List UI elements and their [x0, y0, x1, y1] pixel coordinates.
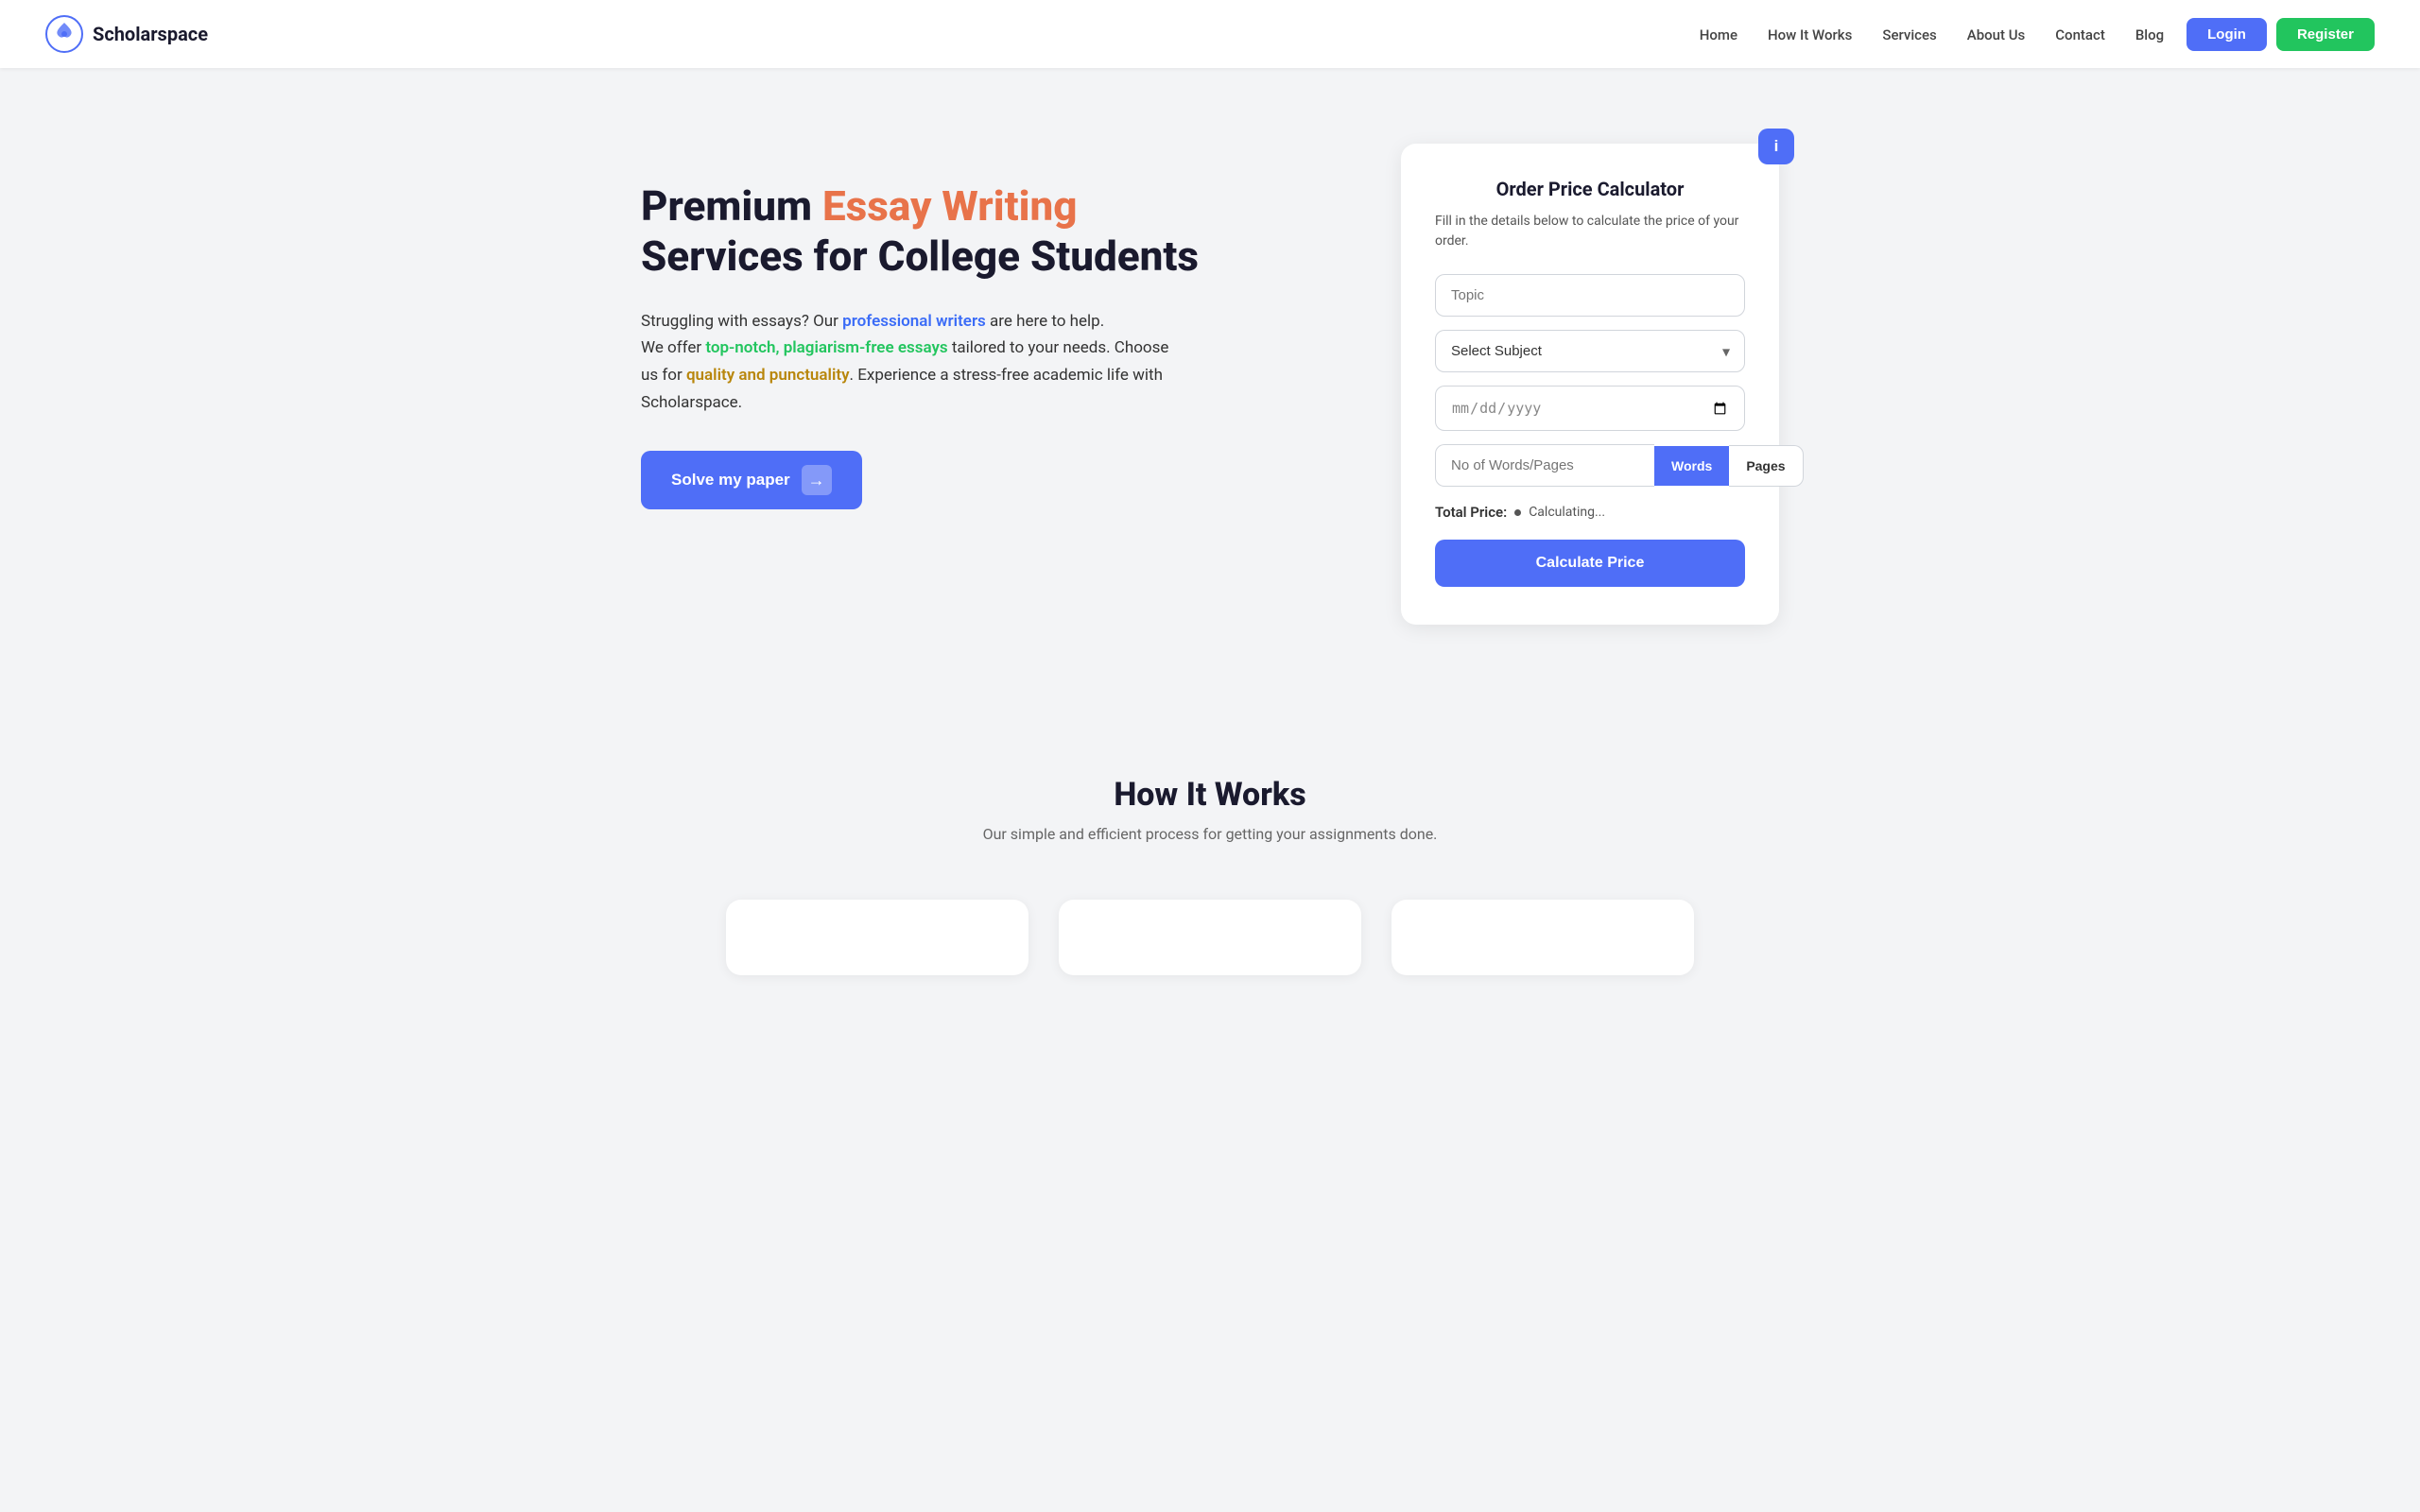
calculating-text: Calculating... [1529, 505, 1605, 520]
hero-desc-link2[interactable]: top-notch, plagiarism-free essays [705, 338, 947, 357]
words-pages-row: Words Pages [1435, 444, 1745, 487]
topic-input[interactable] [1435, 274, 1745, 317]
nav-about-us[interactable]: About Us [1967, 26, 2026, 43]
hero-description: Struggling with essays? Our professional… [641, 308, 1170, 418]
dot-separator [1514, 509, 1521, 516]
info-button[interactable]: i [1758, 129, 1794, 164]
hero-title: Premium Essay Writing Services for Colle… [641, 181, 1356, 282]
how-subtitle: Our simple and efficient process for get… [45, 825, 2375, 843]
hero-desc-link1[interactable]: professional writers [842, 312, 986, 331]
how-card-2 [1059, 900, 1361, 975]
brand-name: Scholarspace [93, 23, 208, 45]
logo-icon [45, 15, 83, 53]
calculator-card: i Order Price Calculator Fill in the det… [1401, 144, 1779, 625]
hero-title-part2: Services for College Students [641, 232, 1199, 281]
nav-blog[interactable]: Blog [2135, 26, 2164, 43]
subject-select[interactable]: Select Subject Mathematics English Histo… [1435, 330, 1745, 372]
brand-logo[interactable]: Scholarspace [45, 15, 208, 53]
hero-title-part1: Premium [641, 181, 822, 231]
total-price-row: Total Price: Calculating... [1435, 504, 1745, 521]
nav-contact[interactable]: Contact [2055, 26, 2105, 43]
calculator-title: Order Price Calculator [1435, 178, 1745, 200]
hero-content: Premium Essay Writing Services for Colle… [641, 144, 1356, 509]
hero-title-highlight: Essay Writing [822, 181, 1077, 231]
hero-desc-part1: Struggling with essays? Our [641, 312, 842, 331]
navbar: Scholarspace Home How It Works Services … [0, 0, 2420, 68]
hero-desc-link3[interactable]: quality and punctuality [686, 366, 850, 385]
subject-select-wrapper: Select Subject Mathematics English Histo… [1435, 330, 1745, 372]
words-input[interactable] [1435, 444, 1654, 487]
how-it-works-section: How It Works Our simple and efficient pr… [0, 700, 2420, 1070]
register-button[interactable]: Register [2276, 18, 2375, 51]
pages-toggle-button[interactable]: Pages [1729, 445, 1803, 487]
date-input[interactable] [1435, 386, 1745, 431]
how-cards-container [643, 900, 1777, 975]
hero-section: Premium Essay Writing Services for Colle… [0, 68, 2420, 700]
words-toggle-button[interactable]: Words [1654, 446, 1729, 486]
total-price-label: Total Price: [1435, 504, 1507, 521]
how-card-3 [1392, 900, 1694, 975]
login-button[interactable]: Login [2187, 18, 2267, 51]
nav-links: Home How It Works Services About Us Cont… [1700, 26, 2164, 43]
solve-button[interactable]: Solve my paper → [641, 451, 862, 509]
nav-services[interactable]: Services [1882, 26, 1936, 43]
calculate-button[interactable]: Calculate Price [1435, 540, 1745, 587]
how-card-1 [726, 900, 1028, 975]
solve-button-label: Solve my paper [671, 471, 790, 490]
nav-home[interactable]: Home [1700, 26, 1737, 43]
arrow-icon: → [802, 465, 832, 495]
how-title: How It Works [45, 776, 2375, 814]
calculator-subtitle: Fill in the details below to calculate t… [1435, 212, 1745, 251]
nav-how-it-works[interactable]: How It Works [1768, 26, 1852, 43]
